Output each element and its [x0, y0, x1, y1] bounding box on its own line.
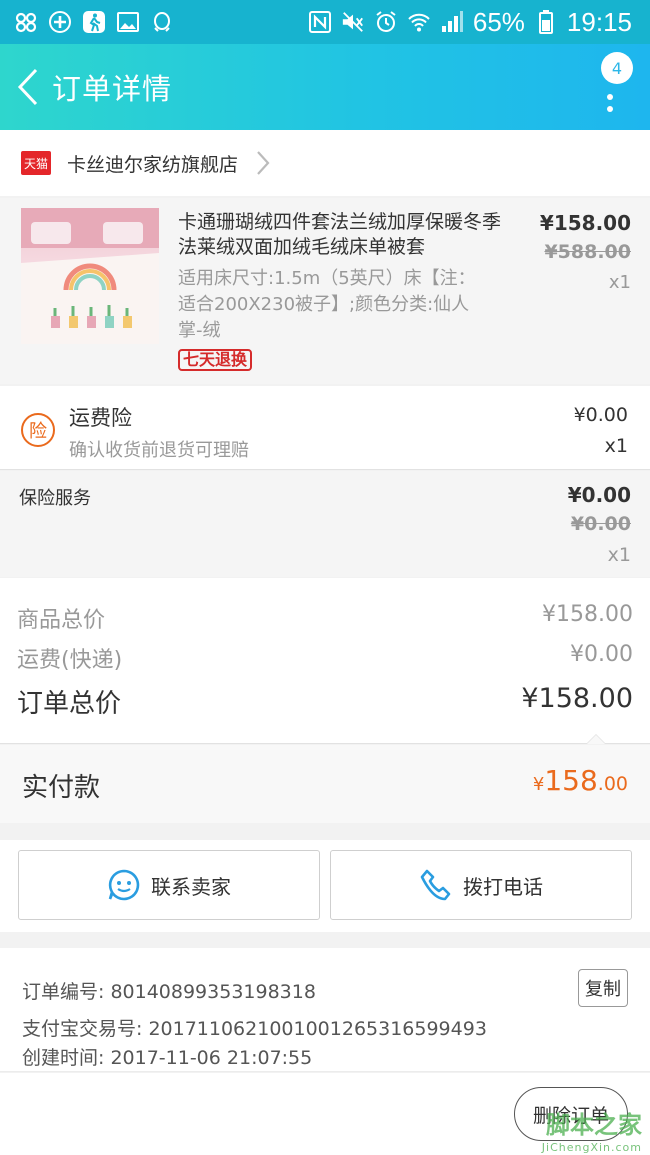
tmall-logo: 天猫 [21, 151, 51, 175]
product-original-price: ¥588.00 [544, 241, 631, 263]
freight-insurance-row: 险 运费险 确认收货前退货可理赔 ¥0.00 x1 [0, 386, 650, 470]
phone-icon [419, 868, 453, 902]
contact-seller-label: 联系卖家 [151, 874, 231, 899]
action-bar: 联系卖家 拨打电话 [0, 840, 650, 932]
order-info: 订单编号: 80140899353198318 支付宝交易号: 20171106… [0, 948, 650, 1072]
goods-total-value: ¥158.00 [542, 602, 633, 627]
back-button[interactable] [6, 44, 50, 130]
order-number: 订单编号: 80140899353198318 [22, 981, 316, 1003]
payment-currency: ¥ [532, 774, 545, 795]
insurance-icon: 险 [21, 413, 55, 447]
image-icon [116, 10, 140, 34]
copy-button[interactable]: 复制 [578, 969, 628, 1007]
insurance-service-original-price: ¥0.00 [570, 513, 631, 535]
chevron-left-icon [17, 68, 38, 106]
payment-decimal: .00 [597, 773, 628, 795]
created-time: 创建时间: 2017-11-06 21:07:55 [22, 1047, 313, 1069]
nfc-icon [308, 10, 332, 34]
signal-icon [440, 10, 464, 34]
battery-percent: 65% [472, 6, 525, 37]
message-count-badge: 4 [601, 52, 633, 84]
actual-payment-amount: ¥158.00 [533, 764, 628, 797]
payment-integer: 158 [544, 764, 598, 797]
actual-payment-label: 实付款 [22, 773, 101, 803]
shipping-row: 运费(快递) ¥0.00 [17, 642, 633, 674]
app-header: 订单详情 4 [0, 44, 650, 130]
actual-payment-row: 实付款 ¥158.00 [0, 745, 650, 823]
walker-icon [82, 10, 106, 34]
page-title: 订单详情 [52, 72, 173, 106]
watermark: 脚本之家 [546, 1111, 642, 1139]
insurance-service-row: 保险服务 ¥0.00 ¥0.00 x1 [0, 471, 650, 577]
product-quantity: x1 [608, 272, 631, 293]
plus-circle-icon [48, 10, 72, 34]
insurance-service-title: 保险服务 [19, 488, 91, 509]
freight-insurance-subtitle: 确认收货前退货可理赔 [69, 440, 249, 461]
alarm-icon [374, 10, 398, 34]
watermark-url: JiChengXin.com [541, 1141, 642, 1154]
status-bar: 65% 19:15 [0, 0, 650, 44]
call-phone-button[interactable]: 拨打电话 [330, 850, 632, 920]
caret-pointer [586, 734, 606, 744]
product-item[interactable]: 卡通珊瑚绒四件套法兰绒加厚保暖冬季法莱绒双面加绒毛绒床单被套 适用床尺寸:1.5… [0, 198, 650, 384]
order-total-row: 订单总价 ¥158.00 [17, 683, 633, 720]
wifi-icon [407, 10, 431, 34]
goods-total-label: 商品总价 [17, 608, 106, 633]
freight-insurance-price: ¥0.00 [573, 404, 628, 426]
freight-insurance-title: 运费险 [69, 406, 132, 430]
freight-insurance-quantity: x1 [604, 435, 628, 457]
contact-seller-button[interactable]: 联系卖家 [18, 850, 320, 920]
mute-icon [341, 10, 365, 34]
goods-total-row: 商品总价 ¥158.00 [17, 602, 633, 634]
bottom-bar: 删除订单 脚本之家 JiChengXin.com [0, 1073, 650, 1155]
insurance-service-price: ¥0.00 [567, 483, 631, 507]
order-total-label: 订单总价 [17, 689, 122, 719]
price-summary: 商品总价 ¥158.00 运费(快递) ¥0.00 订单总价 ¥158.00 [0, 578, 650, 744]
order-total-value: ¥158.00 [521, 683, 633, 714]
shop-name: 卡丝迪尔家纺旗舰店 [67, 153, 239, 176]
call-phone-label: 拨打电话 [463, 874, 543, 899]
product-thumbnail[interactable] [21, 208, 159, 344]
chevron-right-icon [256, 148, 276, 178]
insurance-service-quantity: x1 [607, 544, 631, 566]
more-dot [607, 106, 613, 112]
clock: 19:15 [566, 6, 632, 37]
battery-icon [534, 10, 558, 34]
alipay-transaction-number: 支付宝交易号: 2017110621001001265316599493 [22, 1018, 487, 1040]
product-price: ¥158.00 [539, 211, 631, 235]
chat-face-icon [107, 868, 141, 902]
seven-day-return-tag: 七天退换 [178, 349, 253, 371]
app-cluster-icon [14, 10, 38, 34]
product-title: 卡通珊瑚绒四件套法兰绒加厚保暖冬季法莱绒双面加绒毛绒床单被套 [178, 211, 502, 258]
shipping-value: ¥0.00 [570, 642, 633, 667]
more-dots-icon [607, 94, 613, 100]
shipping-label: 运费(快递) [17, 648, 123, 673]
qq-icon [150, 10, 174, 34]
shop-row[interactable]: 天猫 卡丝迪尔家纺旗舰店 [0, 130, 650, 196]
product-spec: 适用床尺寸:1.5m（5英尺）床【注：适合200X230被子】;颜色分类:仙人掌… [178, 268, 476, 341]
